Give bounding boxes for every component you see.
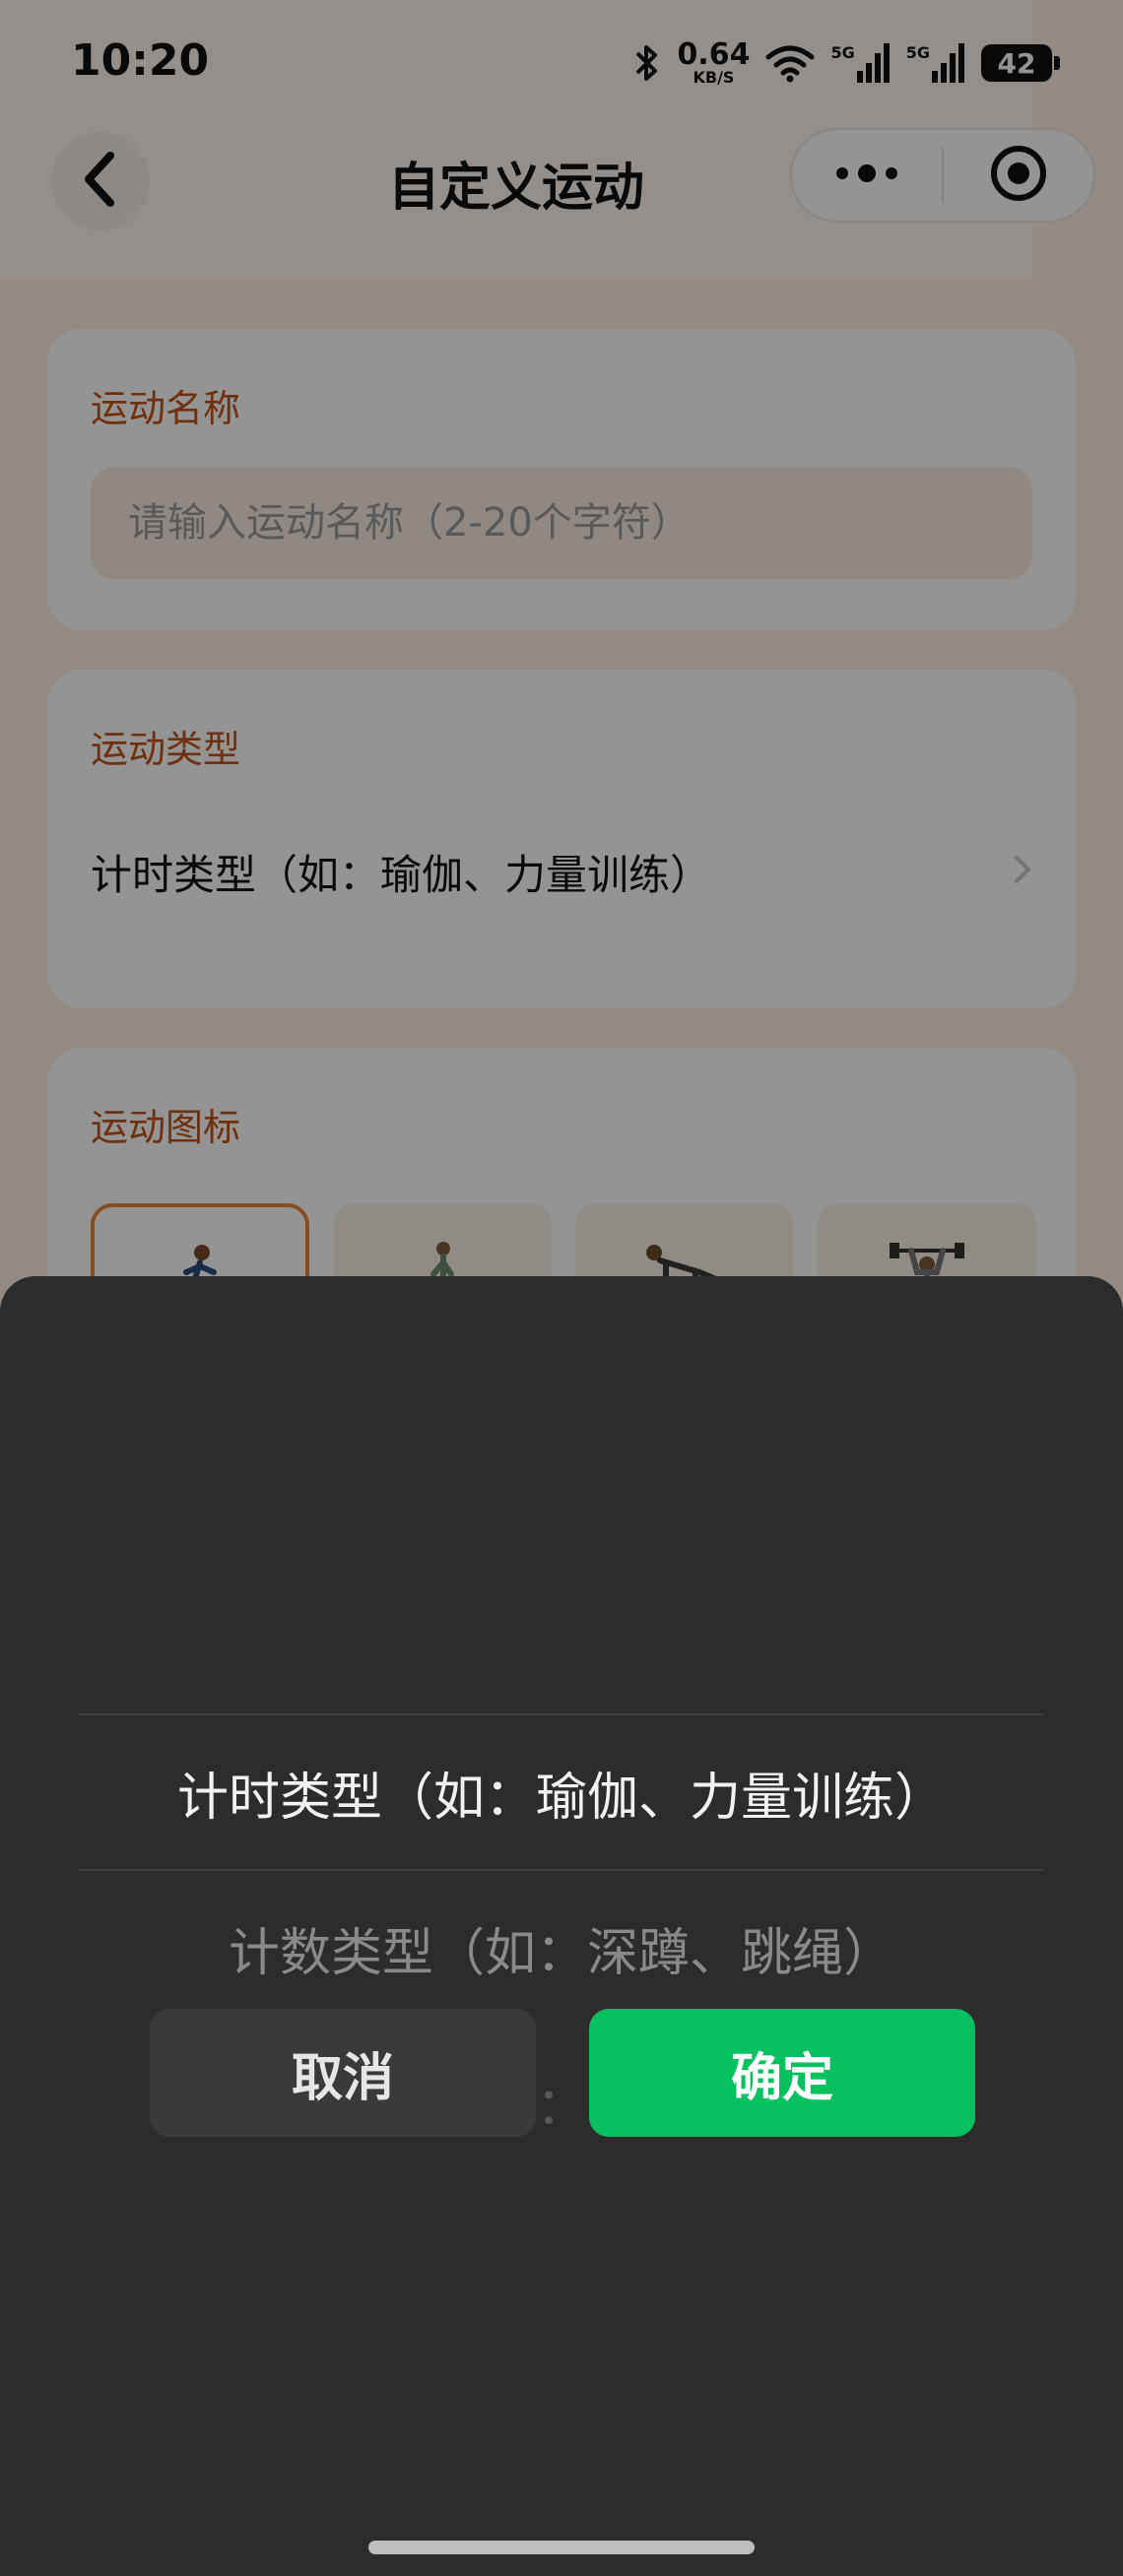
home-indicator[interactable] xyxy=(368,2541,755,2554)
picker-option-count[interactable]: 计数类型（如：深蹲、跳绳） xyxy=(79,1871,1044,2025)
picker-option-timed[interactable]: 计时类型（如：瑜伽、力量训练） xyxy=(79,1715,1044,1869)
cancel-button[interactable]: 取消 xyxy=(150,2009,536,2137)
picker-sheet: 计时类型（如：瑜伽、力量训练） 计数类型（如：深蹲、跳绳） 距离类型（如：骑行、… xyxy=(0,1276,1123,2576)
confirm-button[interactable]: 确定 xyxy=(589,2009,975,2137)
